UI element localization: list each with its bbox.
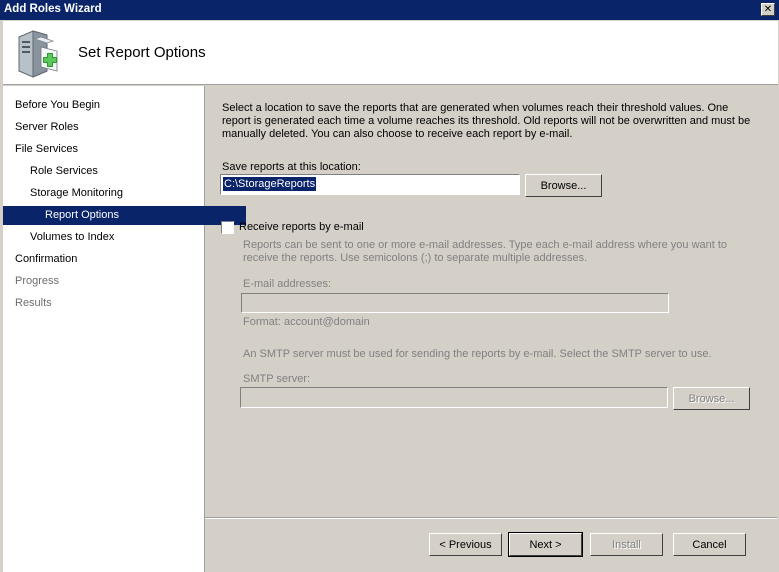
description-line-3: manually deleted. You can also choose to… — [222, 128, 573, 140]
browse-button[interactable]: Browse... — [525, 174, 602, 197]
email-checkbox[interactable] — [221, 221, 234, 234]
footer-divider — [205, 517, 777, 519]
nav-item-before-you-begin[interactable]: Before You Begin — [3, 96, 216, 115]
browse-button-label: Browse... — [540, 179, 587, 192]
email-format-hint: Format: account@domain — [243, 316, 370, 328]
page-title: Set Report Options — [78, 44, 206, 61]
server-add-icon — [18, 30, 58, 78]
smtp-help-text: An SMTP server must be used for sending … — [243, 348, 712, 360]
email-addresses-input[interactable] — [241, 293, 669, 313]
window-title: Add Roles Wizard — [4, 3, 102, 15]
smtp-browse-button[interactable]: Browse... — [673, 387, 750, 410]
install-button-label: Install — [612, 538, 641, 551]
main-panel: Select a location to save the reports th… — [205, 86, 777, 517]
description-line-1: Select a location to save the reports th… — [222, 102, 729, 114]
save-location-value: C:\StorageReports — [223, 177, 317, 191]
nav-item-progress: Progress — [15, 275, 60, 287]
cancel-button[interactable]: Cancel — [673, 533, 746, 556]
nav-item-role-services[interactable]: Role Services — [3, 162, 231, 181]
wizard-header: Set Report Options — [3, 21, 778, 85]
nav-item-confirmation[interactable]: Confirmation — [3, 250, 216, 269]
cancel-button-label: Cancel — [692, 538, 727, 551]
description-line-2: report is generated each time a volume r… — [222, 115, 751, 127]
wizard-nav: Before You Begin Server Roles File Servi… — [3, 86, 246, 572]
nav-item-volumes-to-index[interactable]: Volumes to Index — [3, 228, 231, 247]
smtp-browse-button-label: Browse... — [688, 392, 735, 405]
next-button[interactable]: Next > — [508, 532, 583, 557]
add-roles-wizard-window: Add Roles Wizard ✕ Set Report Options Be… — [0, 0, 779, 572]
save-location-input[interactable]: C:\StorageReports — [220, 174, 520, 195]
previous-button[interactable]: < Previous — [429, 533, 502, 556]
close-icon[interactable]: ✕ — [761, 3, 775, 16]
install-button[interactable]: Install — [590, 533, 663, 556]
previous-button-label: < Previous — [439, 538, 492, 551]
nav-item-file-services[interactable]: File Services — [3, 140, 216, 159]
email-help-line-1: Reports can be sent to one or more e-mai… — [243, 239, 728, 251]
save-location-label: Save reports at this location: — [222, 161, 361, 173]
smtp-server-label: SMTP server: — [243, 373, 311, 385]
next-button-label: Next > — [529, 538, 562, 551]
nav-item-server-roles[interactable]: Server Roles — [3, 118, 216, 137]
nav-item-results: Results — [15, 297, 52, 309]
title-bar[interactable]: Add Roles Wizard ✕ — [0, 0, 779, 20]
email-checkbox-label[interactable]: Receive reports by e-mail — [239, 221, 364, 233]
email-addresses-label: E-mail addresses: — [243, 278, 332, 290]
smtp-server-input[interactable] — [240, 387, 668, 408]
email-help-line-2: receive the reports. Use semicolons (;) … — [243, 252, 588, 264]
nav-item-storage-monitoring[interactable]: Storage Monitoring — [3, 184, 231, 203]
